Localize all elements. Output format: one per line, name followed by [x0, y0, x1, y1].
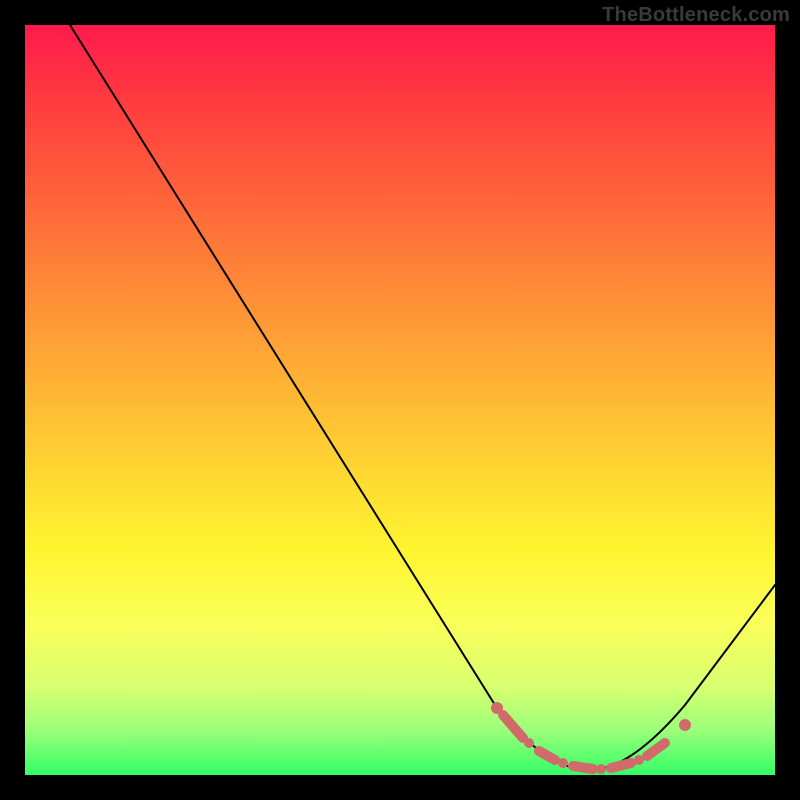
chart-frame: TheBottleneck.com — [0, 0, 800, 800]
marker-group — [491, 702, 691, 774]
watermark-text: TheBottleneck.com — [602, 4, 790, 27]
marker-dash — [611, 763, 631, 768]
marker-dot — [679, 719, 691, 731]
plot-area — [25, 25, 775, 775]
curve-path — [70, 25, 775, 770]
marker-dot — [634, 755, 644, 765]
marker-dash — [573, 766, 593, 769]
marker-dash — [647, 743, 665, 756]
marker-dot — [558, 758, 568, 768]
bottleneck-curve — [25, 25, 775, 775]
marker-dash — [503, 715, 523, 738]
marker-dot — [524, 738, 534, 748]
marker-dot — [491, 702, 503, 714]
marker-dot — [596, 764, 606, 774]
marker-dash — [539, 751, 555, 760]
